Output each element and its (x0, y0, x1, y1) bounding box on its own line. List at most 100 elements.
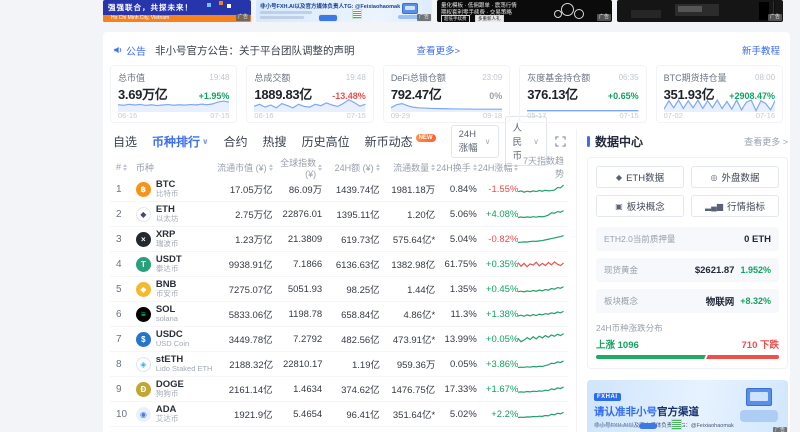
blocks-icon: ▣ (615, 202, 623, 211)
data-center-row-2[interactable]: 现货黄金$2621.871.952% (596, 258, 779, 282)
market-cap: 1.23万亿 (211, 232, 272, 246)
table-row[interactable]: 6 ≡ SOL solana 5833.06亿 1198.78 658.84亿 … (110, 302, 568, 327)
column-header[interactable]: 24H额 (¥) (322, 161, 379, 174)
data-center-button-3[interactable]: ▣板块概念 (596, 195, 684, 217)
change-24h: -0.82% (477, 234, 519, 245)
stat-date-end: 07-15 (619, 111, 638, 120)
stat-card[interactable]: BTC期货持仓量 08:00 351.93亿 +2908.47% 07-02 0… (656, 65, 783, 123)
data-center-button-4[interactable]: ▂▄▆行情指标 (691, 195, 779, 217)
change-24h: -1.55% (477, 184, 519, 195)
table-row[interactable]: 9 Ð DOGE 狗狗币 2161.14亿 1.4634 374.62亿 147… (110, 377, 568, 402)
table-row[interactable]: 3 × XRP 瑞波币 1.23万亿 21.3809 619.73亿 575.6… (110, 227, 568, 252)
volume-24h: 1395.11亿 (322, 207, 379, 221)
tab-label: 币种排行 (152, 133, 200, 150)
stat-time: 06:35 (619, 73, 639, 82)
table-row[interactable]: 4 T USDT 泰达币 9938.91亿 7.1866 6136.63亿 13… (110, 252, 568, 277)
table-row[interactable]: 1 ฿ BTC 比特币 17.05万亿 86.09万 1439.74亿 1981… (110, 177, 568, 202)
table-row[interactable]: 8 ◈ stETH Lido Staked ETH 2188.32亿 22810… (110, 352, 568, 377)
circulating-supply: 1476.75亿 (380, 382, 436, 396)
stat-time: 08:00 (755, 73, 775, 82)
column-header[interactable]: 流通数量 (380, 161, 436, 174)
table-row[interactable]: 7 $ USDC USD Coin 3449.78亿 7.2792 482.56… (110, 327, 568, 352)
tab-6[interactable]: 新币动态NEW (365, 133, 436, 150)
circulating-supply: 959.36万 (380, 357, 435, 371)
column-header[interactable]: 24H涨幅 (477, 161, 519, 174)
tab-5[interactable]: 历史高位 (302, 133, 350, 150)
stat-card[interactable]: DeFi总锁仓额 23:09 792.47亿 0% 09-29 09-18 (383, 65, 510, 123)
tab-3[interactable]: 合约 (224, 133, 248, 150)
globe-icon: ◎ (711, 173, 718, 182)
data-center-row-1[interactable]: ETH2.0当前质押量0 ETH (596, 227, 779, 251)
sparkline (518, 356, 564, 372)
sidebar-ad-banner[interactable]: FXHAI 请认准非小号官方渠道 非小号FXH.AI以及官方媒体负责人TG：@F… (587, 380, 788, 432)
beginner-tutorial-link[interactable]: 新手教程 (742, 43, 780, 57)
stat-date-end: 07-15 (347, 111, 366, 120)
circulating-supply: 1.44亿 (380, 282, 436, 296)
fullscreen-icon[interactable] (555, 136, 566, 147)
filter-dropdown-1[interactable]: 24H涨幅∨ (451, 125, 499, 158)
column-header[interactable]: # (110, 162, 136, 172)
ad2-button[interactable] (318, 14, 338, 22)
stats-row: 总市值 19:48 3.69万亿 +1.95% 06-16 07-15 总成交额… (103, 60, 790, 123)
sparkline (518, 381, 564, 397)
stat-title: BTC期货持仓量 (664, 71, 727, 84)
bar-chart-icon: ▂▄▆ (705, 202, 723, 211)
rank: 5 (110, 284, 136, 295)
ad-banner-2[interactable]: 非小号FXH.AI以及官方媒体负责人TG: @Feixiaohaomak 广告 (256, 0, 432, 22)
xrp-icon: × (136, 232, 151, 247)
ad-banner-4[interactable]: 广告 (617, 0, 783, 22)
volume-24h: 482.56亿 (322, 332, 379, 346)
sort-arrows-icon (123, 164, 127, 171)
sidebar-ad-button[interactable] (639, 423, 657, 429)
view-more-link[interactable]: 查看更多> (417, 43, 461, 57)
stat-card[interactable]: 总市值 19:48 3.69万亿 +1.95% 06-16 07-15 (110, 65, 237, 123)
change-24h: +4.08% (477, 209, 519, 220)
stat-mini-chart (254, 98, 365, 112)
circulating-supply: 4.86亿* (380, 307, 436, 321)
global-index: 5051.93 (273, 284, 323, 295)
ad-tag: 广告 (417, 14, 431, 21)
column-header[interactable]: 24H换手 (435, 161, 477, 174)
computer-illustration (746, 388, 772, 406)
new-badge: NEW (416, 134, 436, 142)
table-row[interactable]: 10 ◉ ADA 艾达币 1921.9亿 5.4654 96.41亿 351.6… (110, 402, 568, 427)
data-center-rows: ETH2.0当前质押量0 ETH 现货黄金$2621.871.952% 板块概念物联… (596, 227, 779, 313)
data-center-more-link[interactable]: 查看更多 > (744, 135, 788, 148)
ad-tag: 广告 (236, 14, 250, 21)
global-index: 1198.78 (273, 309, 323, 320)
ad2-title: 非小号FXH.AI以及官方媒体负责人TG: @Feixiaohaomak (260, 2, 400, 10)
tab-label: 热搜 (263, 133, 287, 150)
tab-4[interactable]: 热搜 (263, 133, 287, 150)
sparkline (518, 281, 564, 297)
volume-24h: 658.84亿 (322, 307, 379, 321)
ad-banner-3[interactable]: 量化模板 · 低佣跟单 · 震荡行情 期权套利零手续费 · 交易策略 超低手续费… (437, 0, 612, 22)
stat-title: DeFi总锁仓额 (391, 71, 446, 84)
tab-1[interactable]: 自选 (113, 133, 137, 150)
eth-icon: ◆ (136, 207, 151, 222)
data-center-button-1[interactable]: ◆ETH数据 (596, 166, 684, 188)
announcement-bar: 公告 非小号官方公告：关于平台团队调整的声明 查看更多> 新手教程 (113, 40, 780, 60)
tab-2[interactable]: 币种排行∨ (152, 133, 209, 150)
tab-label: 合约 (224, 133, 248, 150)
stat-card[interactable]: 灰度基金持仓额 06:35 376.13亿 +0.65% 05-17 07-15 (519, 65, 646, 123)
announcement-text[interactable]: 非小号官方公告：关于平台团队调整的声明 (155, 43, 355, 58)
data-center-button-2[interactable]: ◎外盘数据 (691, 166, 779, 188)
coin-name: 瑞波币 (156, 240, 179, 248)
global-index: 22810.17 (273, 359, 322, 370)
circulating-supply: 1.20亿 (380, 207, 436, 221)
data-center-row-3[interactable]: 板块概念物联网+8.32% (596, 289, 779, 313)
rings-illustration (561, 3, 574, 16)
circulating-supply: 575.64亿* (380, 232, 436, 246)
column-header[interactable]: 流通市值 (¥) (211, 161, 272, 174)
coin-cell: $ USDC USD Coin (136, 330, 211, 348)
filter-label: 24H涨幅 (459, 129, 481, 154)
ad-banner-1[interactable]: 强强联合，共探未来！ Ho Chi Minh City, Vietnam 广告 (103, 0, 251, 22)
table-row[interactable]: 2 ◆ ETH 以太坊 2.75万亿 22876.01 1395.11亿 1.2… (110, 202, 568, 227)
up-count: 上涨 1096 (596, 337, 639, 351)
column-header[interactable]: 全球指数 (¥) (273, 156, 323, 179)
table-row[interactable]: 5 ◆ BNB 币安币 7275.07亿 5051.93 98.25亿 1.44… (110, 277, 568, 302)
speaker-icon (113, 45, 123, 55)
market-cap: 17.05万亿 (211, 182, 272, 196)
fxhai-logo: FXHAI (594, 393, 621, 401)
stat-card[interactable]: 总成交额 19:48 1889.83亿 -13.48% 06-16 07-15 (246, 65, 373, 123)
